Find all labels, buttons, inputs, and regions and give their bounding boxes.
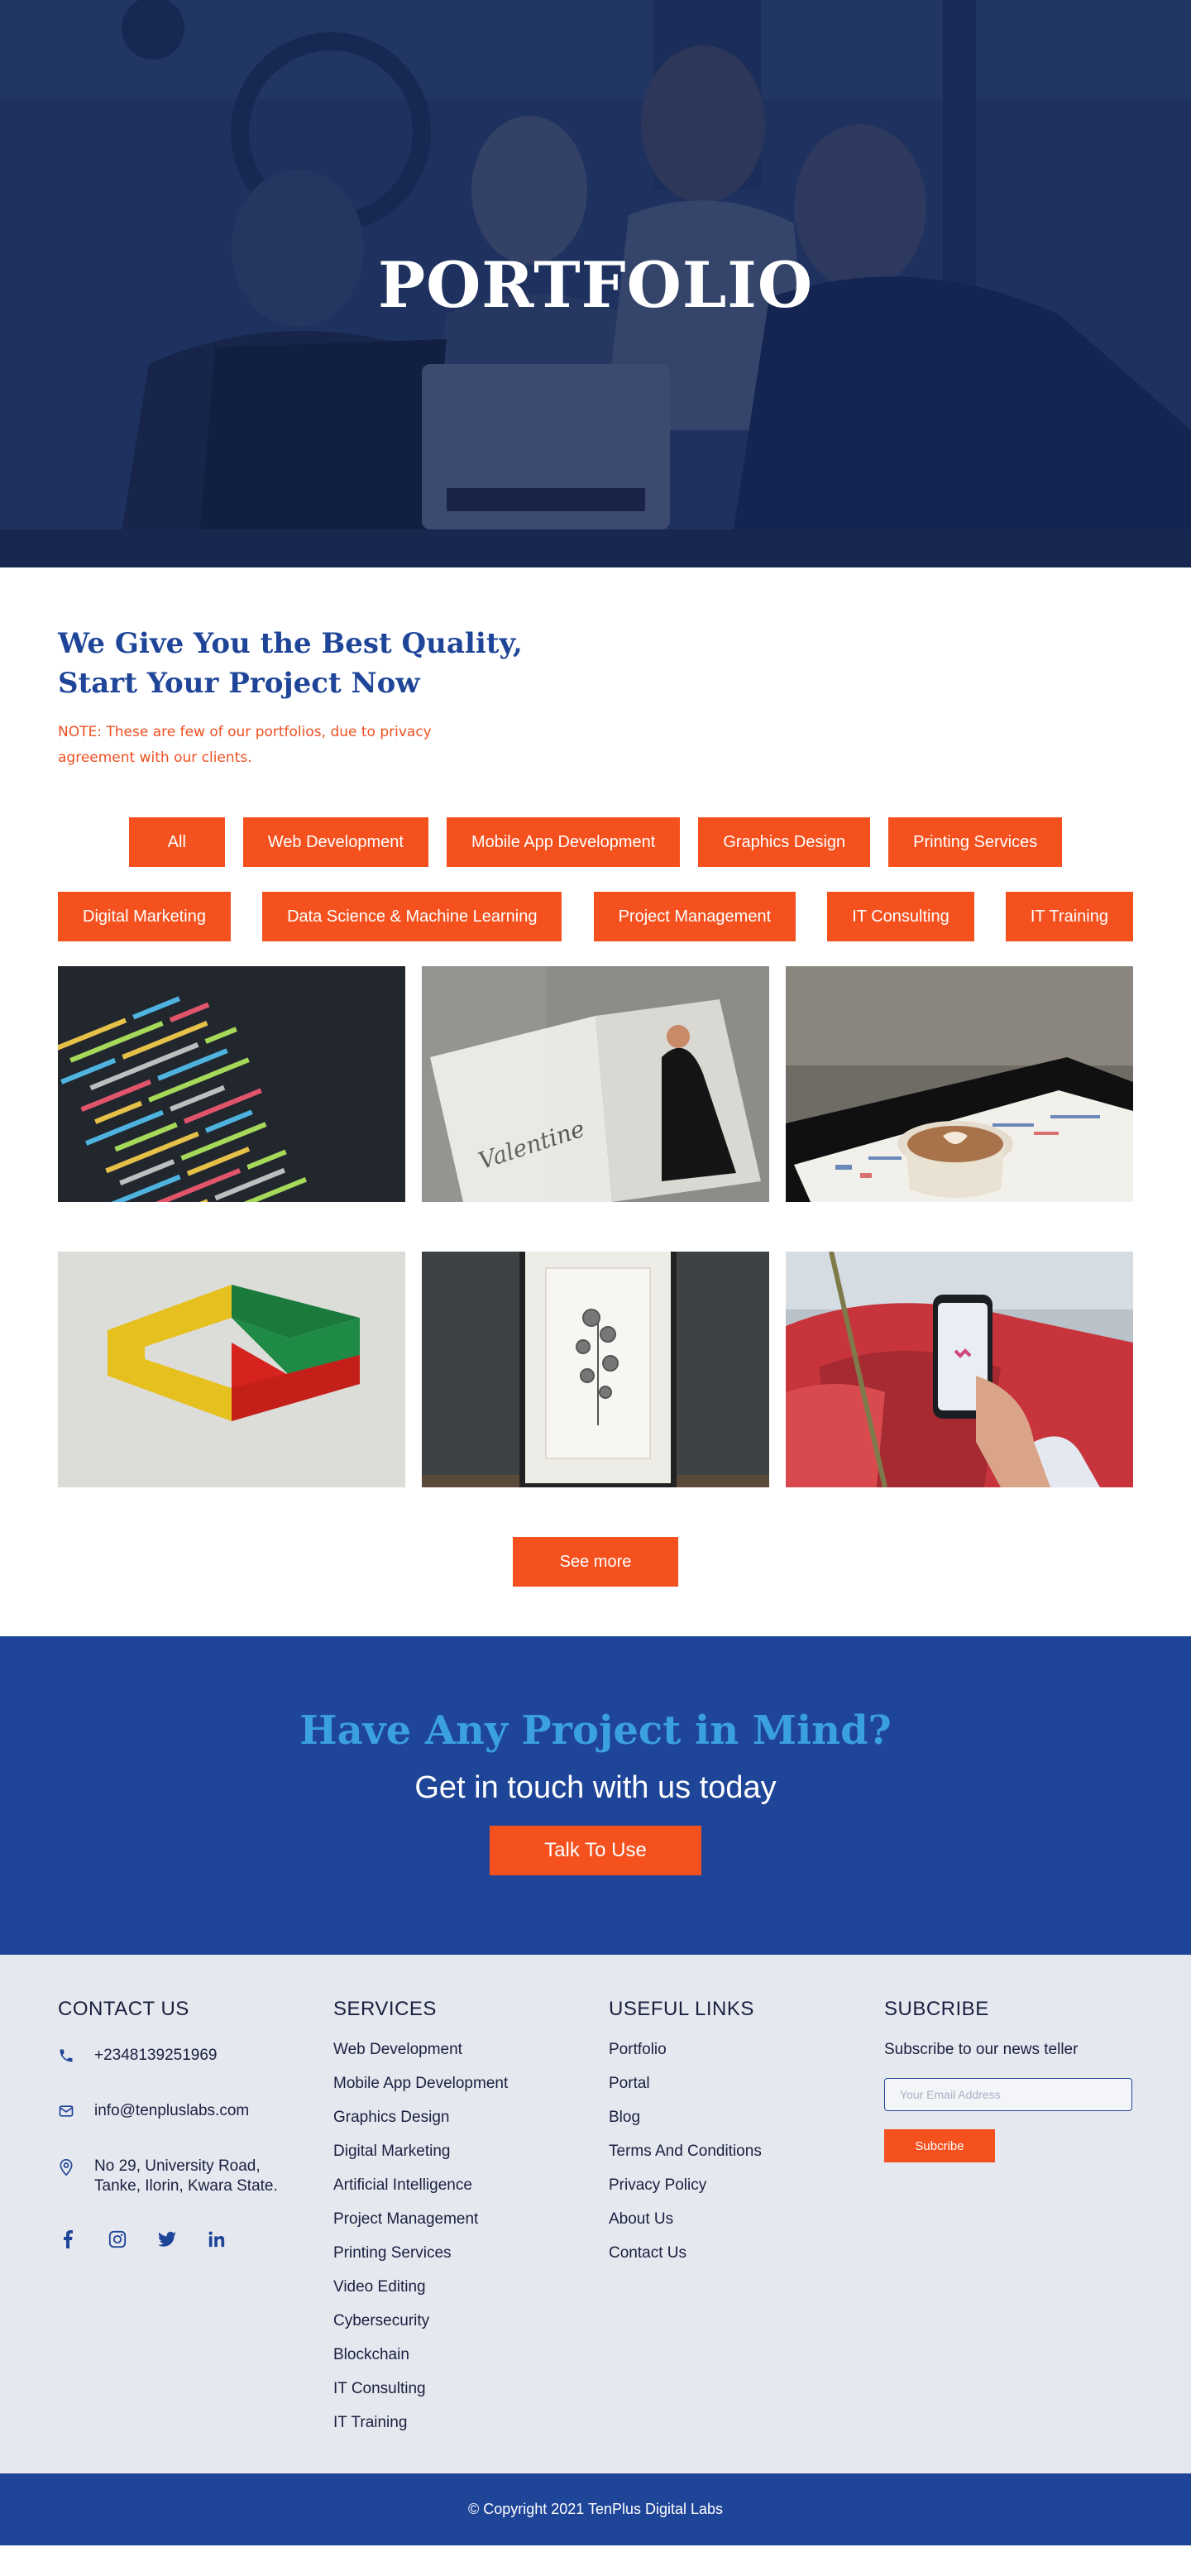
filter-project-management-button[interactable]: Project Management xyxy=(593,892,796,941)
instagram-icon[interactable] xyxy=(108,2229,127,2249)
services-list: Web Development Mobile App Development G… xyxy=(333,2033,609,2440)
portfolio-gallery: Valentine xyxy=(0,966,1191,1487)
subscribe-button[interactable]: Subcribe xyxy=(884,2129,995,2162)
code-screen-image xyxy=(58,966,405,1202)
useful-link[interactable]: Contact Us xyxy=(609,2236,884,2270)
copyright-text: © Copyright 2021 TenPlus Digital Labs xyxy=(467,2501,724,2517)
service-link[interactable]: Digital Marketing xyxy=(333,2134,609,2168)
social-links xyxy=(58,2229,333,2249)
footer-services-column: SERVICES Web Development Mobile App Deve… xyxy=(333,1998,609,2473)
contact-phone-text: +2348139251969 xyxy=(94,2047,218,2064)
linkedin-icon[interactable] xyxy=(207,2229,227,2249)
subscribe-title: SUBCRIBE xyxy=(884,1998,989,2020)
phone-icon xyxy=(58,2046,94,2070)
useful-link[interactable]: Blog xyxy=(609,2100,884,2134)
service-link[interactable]: Artificial Intelligence xyxy=(333,2168,609,2202)
cta-section: Have Any Project in Mind? Get in touch w… xyxy=(0,1636,1191,1955)
talk-to-us-button[interactable]: Talk To Use xyxy=(490,1826,701,1875)
portfolio-item-coffee[interactable] xyxy=(786,966,1133,1202)
shape-logo-image xyxy=(58,1252,405,1487)
contact-address: No 29, University Road, Tanke, Ilorin, K… xyxy=(58,2157,333,2196)
contact-phone[interactable]: +2348139251969 xyxy=(58,2046,333,2070)
twitter-icon[interactable] xyxy=(157,2229,177,2249)
copyright-bar: © Copyright 2021 TenPlus Digital Labs xyxy=(0,2473,1191,2545)
magazine-image: Valentine xyxy=(422,966,769,1202)
location-pin-icon xyxy=(58,2157,94,2182)
privacy-note: NOTE: These are few of our portfolios, d… xyxy=(58,724,432,766)
useful-link[interactable]: Portfolio xyxy=(609,2033,884,2066)
filter-it-training-button[interactable]: IT Training xyxy=(1005,892,1133,941)
subscribe-text: Subscribe to our news teller xyxy=(884,2041,1079,2058)
cta-subheading: Get in touch with us today xyxy=(414,1770,777,1805)
service-link[interactable]: Web Development xyxy=(333,2033,609,2066)
useful-links-list: Portfolio Portal Blog Terms And Conditio… xyxy=(609,2033,884,2270)
intro-section: We Give You the Best Quality, Start Your… xyxy=(0,567,1191,771)
see-more-container: See more xyxy=(0,1537,1191,1587)
useful-links-title: USEFUL LINKS xyxy=(609,1998,754,2020)
portfolio-filters: All Web Development Mobile App Developme… xyxy=(0,817,1191,941)
filter-web-development-button[interactable]: Web Development xyxy=(242,817,428,867)
filter-it-consulting-button[interactable]: IT Consulting xyxy=(827,892,974,941)
filter-graphics-design-button[interactable]: Graphics Design xyxy=(698,817,871,867)
filter-row-1: All Web Development Mobile App Developme… xyxy=(0,817,1191,867)
service-link[interactable]: Graphics Design xyxy=(333,2100,609,2134)
coffee-menu-image xyxy=(786,966,1133,1202)
service-link[interactable]: Mobile App Development xyxy=(333,2066,609,2100)
mail-icon xyxy=(58,2101,94,2125)
service-link[interactable]: Printing Services xyxy=(333,2236,609,2270)
footer-subscribe-column: SUBCRIBE Subscribe to our news teller Su… xyxy=(884,1998,1132,2473)
service-link[interactable]: Video Editing xyxy=(333,2270,609,2304)
service-link[interactable]: Blockchain xyxy=(333,2338,609,2372)
contact-email[interactable]: info@tenpluslabs.com xyxy=(58,2101,333,2125)
service-link[interactable]: IT Training xyxy=(333,2406,609,2440)
portfolio-item-framed-art[interactable] xyxy=(422,1252,769,1487)
footer-links-column: USEFUL LINKS Portfolio Portal Blog Terms… xyxy=(609,1998,884,2473)
useful-link[interactable]: About Us xyxy=(609,2202,884,2236)
contact-email-text: info@tenpluslabs.com xyxy=(94,2102,250,2119)
cta-heading: Have Any Project in Mind? xyxy=(299,1707,892,1754)
subscribe-email-input[interactable] xyxy=(884,2078,1132,2111)
contact-address-text: No 29, University Road, Tanke, Ilorin, K… xyxy=(94,2157,278,2195)
filter-row-2: Digital Marketing Data Science & Machine… xyxy=(0,892,1191,941)
filter-printing-services-button[interactable]: Printing Services xyxy=(888,817,1063,867)
useful-link[interactable]: Privacy Policy xyxy=(609,2168,884,2202)
framed-art-image xyxy=(422,1252,769,1487)
filter-mobile-app-button[interactable]: Mobile App Development xyxy=(446,817,681,867)
contact-title: CONTACT US xyxy=(58,1998,189,2020)
intro-heading: We Give You the Best Quality, Start Your… xyxy=(58,627,523,700)
portfolio-item-code[interactable] xyxy=(58,966,405,1202)
filter-all-button[interactable]: All xyxy=(128,817,225,867)
footer-contact-column: CONTACT US +2348139251969 info@tenplusla… xyxy=(58,1998,333,2473)
facebook-icon[interactable] xyxy=(58,2229,78,2249)
service-link[interactable]: IT Consulting xyxy=(333,2372,609,2406)
services-title: SERVICES xyxy=(333,1998,437,2020)
footer: CONTACT US +2348139251969 info@tenplusla… xyxy=(0,1955,1191,2473)
page-title: PORTFOLIO xyxy=(377,248,814,322)
filter-data-science-button[interactable]: Data Science & Machine Learning xyxy=(262,892,562,941)
hero-section: PORTFOLIO xyxy=(0,0,1191,567)
see-more-button[interactable]: See more xyxy=(513,1537,678,1587)
portfolio-item-magazine[interactable]: Valentine xyxy=(422,966,769,1202)
filter-digital-marketing-button[interactable]: Digital Marketing xyxy=(58,892,231,941)
useful-link[interactable]: Portal xyxy=(609,2066,884,2100)
portfolio-item-logo-shape[interactable] xyxy=(58,1252,405,1487)
phone-in-hand-image xyxy=(786,1252,1133,1487)
useful-link[interactable]: Terms And Conditions xyxy=(609,2134,884,2168)
service-link[interactable]: Cybersecurity xyxy=(333,2304,609,2338)
service-link[interactable]: Project Management xyxy=(333,2202,609,2236)
portfolio-item-phone[interactable] xyxy=(786,1252,1133,1487)
